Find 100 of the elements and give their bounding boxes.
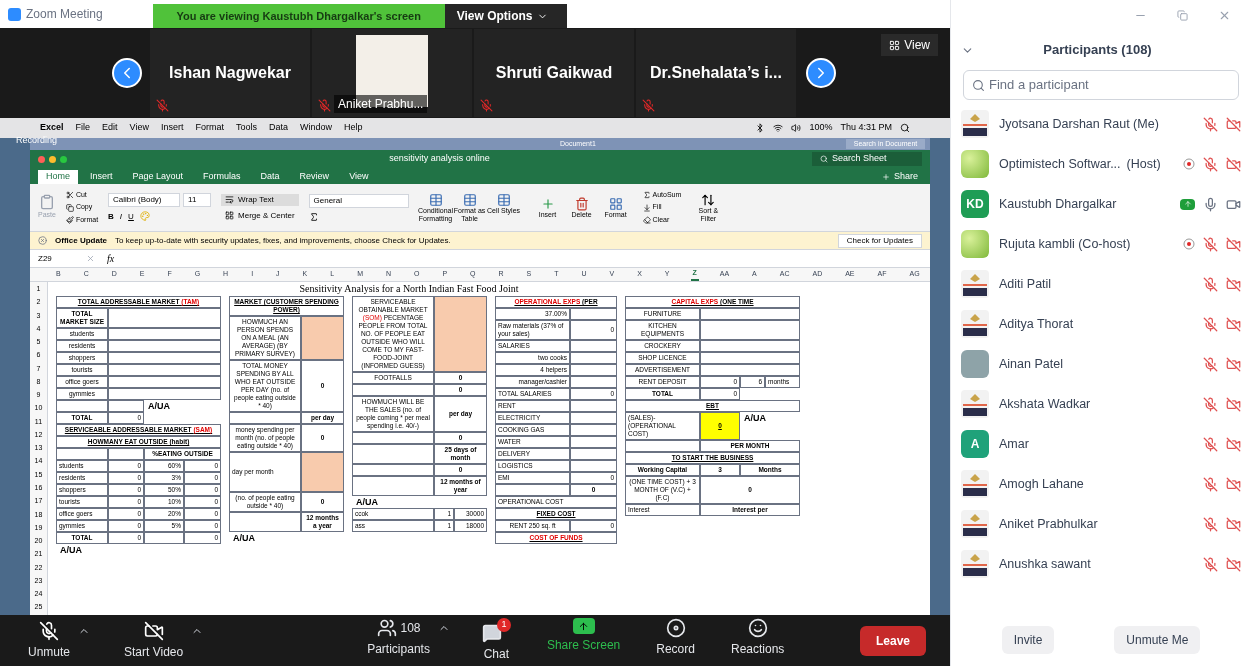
sheet-note: A/UA (743, 412, 767, 425)
ribbon-tab[interactable]: Review (291, 170, 338, 184)
panel-button[interactable]: Invite (1001, 626, 1055, 654)
menu-item[interactable]: Excel (40, 121, 64, 135)
ribbon-tab[interactable]: Insert (82, 170, 121, 184)
participant-name: Aniket Prabhulkar (999, 515, 1098, 533)
search-icon (900, 123, 910, 133)
window-title: Zoom Meeting (26, 6, 103, 23)
menu-item[interactable]: Window (300, 121, 332, 135)
copy-icon (65, 203, 74, 212)
menu-item[interactable]: View (129, 121, 149, 135)
participant-row[interactable]: Aditi Patil (951, 264, 1251, 304)
logo-avatar (961, 510, 989, 538)
maximize-window-button[interactable] (60, 155, 67, 163)
ribbon-tab[interactable]: View (341, 170, 377, 184)
merge-button[interactable]: Merge & Center (221, 209, 299, 222)
wrap-text-button[interactable]: Wrap Text (221, 193, 299, 206)
video-tile[interactable]: Ishan Nagwekar (150, 29, 310, 117)
participant-name: Kaustubh Dhargalkar (999, 195, 1117, 213)
plus-icon (881, 173, 890, 181)
participant-row[interactable]: Optimistech Softwar... (Host) (951, 144, 1251, 184)
sheet-note: A/UA (232, 532, 256, 544)
view-options-button[interactable]: View Options (444, 4, 567, 28)
sigma-icon (642, 191, 651, 199)
empty-cell (56, 448, 108, 460)
next-page-button[interactable] (806, 58, 836, 88)
toolbar-button[interactable]: 1 Chat (477, 618, 515, 663)
avatar: KD (961, 190, 989, 218)
participant-row[interactable]: KD Kaustubh Dhargalkar (951, 184, 1251, 224)
participant-row[interactable]: Akshata Wadkar (951, 384, 1251, 424)
wifi-icon (773, 123, 784, 133)
participant-role: (Host) (1126, 155, 1161, 173)
ribbon-tab[interactable]: Data (252, 170, 288, 184)
font-size-select[interactable]: 11 (183, 192, 212, 207)
participant-name: Aniket Prabhu... (334, 95, 428, 113)
camera-off-icon (143, 620, 164, 641)
clipboard-icon (38, 194, 55, 211)
video-tile[interactable]: Shruti Gaikwad (474, 29, 634, 117)
check-updates-button[interactable]: Check for Updates (837, 233, 922, 248)
toolbar-button[interactable]: Reactions (726, 618, 789, 658)
participant-row[interactable]: Jyotsana Darshan Raut (Me) (951, 104, 1251, 144)
menu-item[interactable]: Tools (235, 121, 257, 135)
participant-row[interactable]: Amogh Lahane (951, 464, 1251, 504)
menu-item[interactable]: Format (195, 121, 224, 135)
empty-cell (570, 308, 617, 320)
notification-badge: 1 (496, 618, 511, 632)
menu-item[interactable]: File (75, 121, 91, 135)
menu-item[interactable]: Insert (160, 121, 184, 135)
empty-cell (570, 448, 617, 460)
recording-label: Recording (16, 134, 58, 147)
underline-button[interactable]: U (128, 210, 134, 223)
font-select[interactable]: Calibri (Body) (108, 192, 181, 207)
close-window-button[interactable] (38, 155, 45, 163)
leave-button[interactable]: Leave (859, 625, 926, 656)
search-field[interactable]: Find a participant (963, 70, 1239, 100)
participant-row[interactable]: Ainan Patel (951, 344, 1251, 384)
name-box[interactable]: Z29 (38, 252, 74, 265)
participant-name: Shruti Gaikwad (495, 63, 613, 83)
participant-count: 108 (400, 620, 421, 637)
empty-cell (570, 412, 617, 424)
record-icon (665, 618, 686, 638)
share-button[interactable]: Share (881, 170, 922, 184)
participant-row[interactable]: Anushka sawant (951, 544, 1251, 584)
table-icon (428, 192, 443, 207)
minimize-window-button[interactable] (49, 155, 56, 163)
italic-button[interactable]: I (119, 210, 123, 223)
ribbon-tab[interactable]: Page Layout (124, 170, 192, 184)
logo-avatar (961, 310, 989, 338)
menu-item[interactable]: Edit (102, 121, 118, 135)
video-tile[interactable]: Aniket Prabhu... (312, 29, 472, 117)
participant-name: Aditi Patil (999, 275, 1052, 293)
previous-page-button[interactable] (112, 58, 142, 88)
video-tile[interactable]: Dr.Snehalata’s i... (636, 29, 796, 117)
sigma-icon[interactable] (308, 211, 319, 222)
participant-row[interactable]: Aditya Thorat (951, 304, 1251, 344)
menu-item[interactable]: Help (344, 121, 363, 135)
toolbar-button[interactable]: Record (652, 618, 699, 658)
fill-color-icon[interactable] (139, 210, 150, 221)
ribbon-tab[interactable]: Home (38, 170, 78, 184)
number-format-select[interactable]: General (308, 193, 409, 208)
update-message: To keep up-to-date with security updates, fixes, and improvements, choose Check for Updates. (115, 234, 451, 247)
restore-icon[interactable] (1177, 9, 1188, 21)
empty-cell (570, 364, 617, 376)
participant-row[interactable]: A Amar (951, 424, 1251, 464)
bold-button[interactable]: B (108, 210, 114, 223)
toolbar-button[interactable]: Share Screen (542, 618, 625, 654)
menu-item[interactable]: Data (268, 121, 288, 135)
participant-name: Dr.Snehalata’s i... (650, 63, 782, 83)
app-logo-icon (8, 7, 21, 21)
panel-button[interactable]: Unmute Me (1114, 626, 1201, 654)
battery-level: 100% (809, 121, 833, 135)
participant-row[interactable]: Rujuta kambli (Co-host) (951, 224, 1251, 264)
search-field[interactable]: Search Sheet (812, 152, 922, 166)
participant-row[interactable]: Aniket Prabhulkar (951, 504, 1251, 544)
view-button[interactable]: View (881, 34, 938, 56)
ribbon-tab[interactable]: Formulas (195, 170, 249, 184)
toolbar-button[interactable]: Start Video (120, 620, 188, 661)
toolbar-button[interactable]: Unmute (24, 620, 75, 661)
close-icon[interactable] (38, 236, 47, 245)
toolbar-button[interactable]: 108 Participants (363, 618, 434, 658)
